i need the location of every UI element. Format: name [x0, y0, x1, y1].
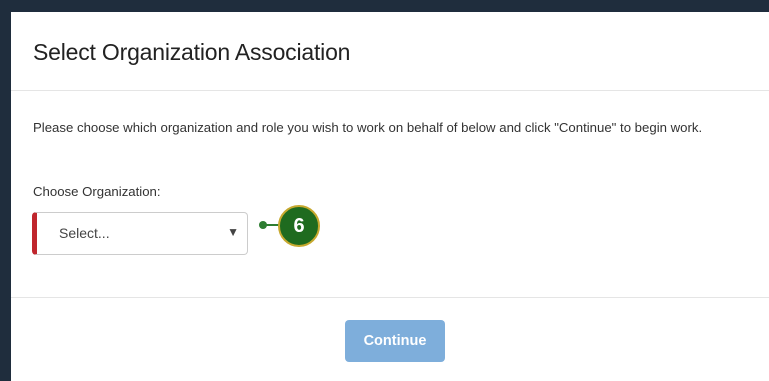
step-number-badge: 6	[278, 205, 320, 247]
choose-organization-label: Choose Organization:	[33, 184, 161, 199]
dialog-header: Select Organization Association	[11, 12, 769, 91]
continue-button[interactable]: Continue	[345, 320, 445, 362]
organization-select[interactable]: Select... ▼	[32, 212, 248, 255]
dialog-title: Select Organization Association	[33, 39, 351, 65]
screenshot-page: Select Organization Association Please c…	[0, 0, 769, 381]
instructions-text: Please choose which organization and rol…	[33, 120, 703, 135]
callout-connector-dot	[259, 221, 267, 229]
backdrop-overlay-left	[0, 0, 11, 381]
organization-association-dialog: Select Organization Association Please c…	[11, 12, 769, 381]
footer-divider	[11, 297, 769, 298]
dropdown-arrow-icon: ▼	[227, 225, 239, 239]
organization-select-value: Select...	[59, 225, 110, 241]
backdrop-overlay-top	[0, 0, 769, 12]
